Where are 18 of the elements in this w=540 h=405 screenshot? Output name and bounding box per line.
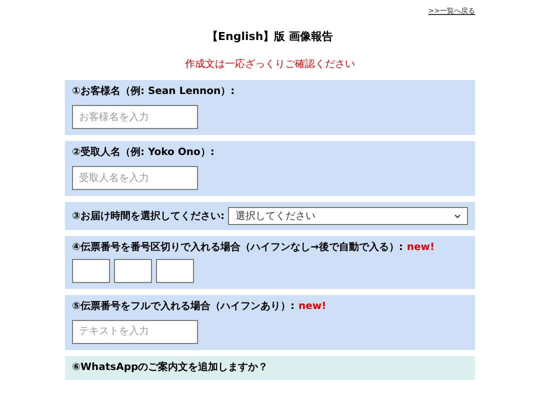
text-field[interactable]: お客様名を入力 <box>72 105 198 129</box>
field-label: ①お客様名（例: Sean Lennon）: <box>72 86 235 98</box>
notice-text: 作成文は一応ざっくりご確認ください <box>185 58 355 72</box>
field-label: ⑤伝票番号をフルで入れる場合（ハイフンあり）: <box>72 300 294 313</box>
field-label: ⑥WhatsAppのご案内文を追加しますか？ <box>72 362 268 374</box>
field-label: ④伝票番号を番号区切りで入れる場合（ハイフンなし→後で自動で入る）: <box>72 242 403 254</box>
field-label: ②受取人名（例: Yoko Ono）: <box>72 147 214 160</box>
text-field[interactable]: 受取人名を入力 <box>72 166 198 190</box>
time-select[interactable]: 選択してください <box>228 207 468 225</box>
page-title: 【English】版 画像報告 <box>207 28 333 44</box>
number-field[interactable] <box>72 258 110 282</box>
field-label: ③お届け時間を選択してください: <box>72 210 224 224</box>
text-field[interactable]: テキストを入力 <box>72 320 198 344</box>
new-label: new! <box>298 300 326 313</box>
chevron-down-icon <box>454 214 461 218</box>
number-field[interactable] <box>114 258 152 282</box>
number-field[interactable] <box>156 258 194 282</box>
new-label: new! <box>406 242 435 254</box>
